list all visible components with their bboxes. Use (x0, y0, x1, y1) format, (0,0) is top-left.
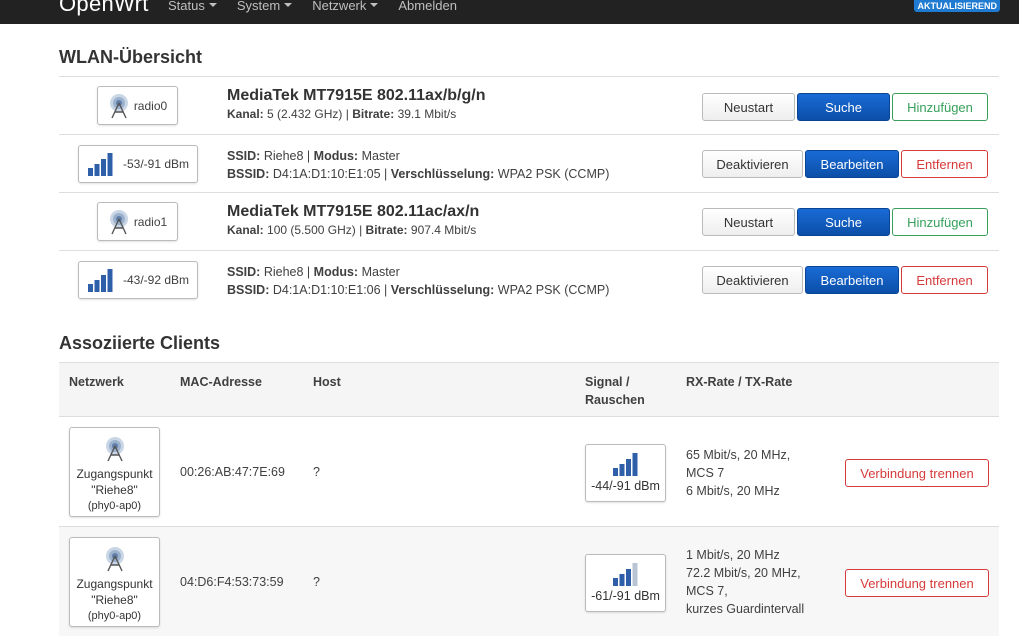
access-point-badge: Zugangspunkt "Riehe8" (phy0-ap0) (69, 537, 160, 627)
wifi-antenna-icon (105, 437, 124, 462)
remove-net1-button[interactable]: Entfernen (901, 266, 988, 294)
add-network-radio0-button[interactable]: Hinzufügen (892, 93, 988, 121)
brand-logo[interactable]: OpenWrt (59, 0, 149, 17)
host-name: ? (313, 465, 320, 479)
menu-netzwerk[interactable]: Netzwerk (312, 0, 379, 24)
menu-status[interactable]: Status (168, 0, 217, 24)
edit-net0-button[interactable]: Bearbeiten (805, 150, 899, 178)
chevron-down-icon (208, 3, 217, 7)
top-navbar: OpenWrt Status System Netzwerk Abmelden … (0, 0, 1019, 24)
network-row-riehe8-radio1: -43/-92 dBm SSID: Riehe8 | Modus: Master… (59, 251, 999, 309)
radio-badge-radio1: radio1 (97, 202, 178, 241)
col-network: Netzwerk (69, 375, 124, 389)
wifi-overview-table: radio0 MediaTek MT7915E 802.11ax/b/g/n K… (59, 76, 999, 309)
disconnect-client-button[interactable]: Verbindung trennen (845, 569, 989, 597)
access-point-badge: Zugangspunkt "Riehe8" (phy0-ap0) (69, 427, 160, 517)
col-mac: MAC-Adresse (180, 375, 262, 389)
signal-strength-icon (612, 453, 637, 476)
col-signal: Signal / Rauschen (585, 375, 645, 407)
rx-tx-rate: 1 Mbit/s, 20 MHz 72.2 Mbit/s, 20 MHz, MC… (686, 548, 805, 616)
scan-radio1-button[interactable]: Suche (797, 208, 890, 236)
edit-net1-button[interactable]: Bearbeiten (805, 266, 899, 294)
signal-strength-icon (612, 563, 637, 586)
wifi-overview-title: WLAN-Übersicht (59, 47, 202, 67)
disconnect-client-button[interactable]: Verbindung trennen (845, 459, 989, 487)
client-signal-badge: -61/-91 dBm (585, 554, 666, 612)
network-info-net1: SSID: Riehe8 | Modus: Master BSSID: D4:1… (227, 265, 610, 297)
chevron-down-icon (370, 3, 379, 7)
radio-row-radio0: radio0 MediaTek MT7915E 802.11ax/b/g/n K… (59, 77, 999, 135)
table-row: Zugangspunkt "Riehe8" (phy0-ap0) 00:26:A… (59, 417, 999, 527)
radio-info-radio0: MediaTek MT7915E 802.11ax/b/g/n Kanal: 5… (227, 87, 486, 121)
menu-abmelden[interactable]: Abmelden (398, 0, 457, 24)
menu-system[interactable]: System (237, 0, 293, 24)
remove-net0-button[interactable]: Entfernen (901, 150, 988, 178)
col-host: Host (313, 375, 341, 389)
refresh-status-badge[interactable]: AKTUALISIEREND (914, 0, 1000, 12)
signal-badge-net0: -53/-91 dBm (78, 145, 198, 183)
signal-badge-net1: -43/-92 dBm (78, 261, 198, 299)
col-rate: RX-Rate / TX-Rate (686, 375, 793, 389)
radio-info-radio1: MediaTek MT7915E 802.11ac/ax/n Kanal: 10… (227, 203, 480, 237)
client-signal-badge: -44/-91 dBm (585, 444, 666, 502)
scan-radio0-button[interactable]: Suche (797, 93, 890, 121)
mac-address: 04:D6:F4:53:73:59 (180, 575, 284, 589)
chevron-down-icon (284, 3, 293, 7)
wifi-antenna-icon (109, 209, 128, 234)
restart-radio1-button[interactable]: Neustart (702, 208, 795, 236)
wifi-antenna-icon (109, 93, 128, 118)
signal-strength-icon (87, 153, 113, 176)
main-menu: Status System Netzwerk Abmelden (168, 0, 477, 24)
network-info-net0: SSID: Riehe8 | Modus: Master BSSID: D4:1… (227, 149, 610, 181)
clients-table: Netzwerk MAC-Adresse Host Signal / Rausch… (59, 362, 999, 636)
mac-address: 00:26:AB:47:7E:69 (180, 465, 285, 479)
host-name: ? (313, 575, 320, 589)
add-network-radio1-button[interactable]: Hinzufügen (892, 208, 988, 236)
radio-row-radio1: radio1 MediaTek MT7915E 802.11ac/ax/n Ka… (59, 193, 999, 251)
disable-net1-button[interactable]: Deaktivieren (702, 266, 803, 294)
network-row-riehe8-radio0: -53/-91 dBm SSID: Riehe8 | Modus: Master… (59, 135, 999, 193)
rx-tx-rate: 65 Mbit/s, 20 MHz, MCS 7 6 Mbit/s, 20 MH… (686, 448, 791, 498)
signal-strength-icon (87, 269, 113, 292)
wifi-antenna-icon (105, 547, 124, 572)
table-header: Netzwerk MAC-Adresse Host Signal / Rausch… (59, 362, 999, 417)
radio-badge-radio0: radio0 (97, 86, 178, 125)
table-row: Zugangspunkt "Riehe8" (phy0-ap0) 04:D6:F… (59, 527, 999, 636)
restart-radio0-button[interactable]: Neustart (702, 93, 795, 121)
disable-net0-button[interactable]: Deaktivieren (702, 150, 803, 178)
clients-title: Assoziierte Clients (59, 333, 221, 353)
